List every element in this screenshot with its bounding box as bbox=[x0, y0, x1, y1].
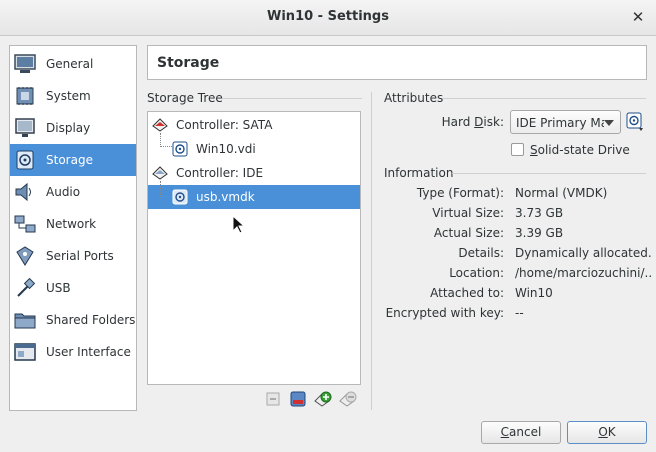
sidebar-item-user-interface[interactable]: User Interface bbox=[10, 336, 136, 368]
ok-button[interactable]: OK bbox=[567, 421, 647, 444]
folder-icon bbox=[14, 313, 36, 329]
info-attached-to-label: Attached to: bbox=[430, 286, 504, 300]
info-virtual-size-label: Virtual Size: bbox=[432, 206, 504, 220]
settings-sidebar: General System Display Storage Audio Net… bbox=[9, 45, 137, 411]
info-location-value: /home/marciozuchini/... bbox=[515, 266, 651, 280]
info-attached-to-value: Win10 bbox=[515, 286, 553, 300]
hard-disk-label: Hard Disk: bbox=[441, 115, 504, 129]
sidebar-item-label: User Interface bbox=[46, 345, 131, 359]
cancel-button[interactable]: Cancel bbox=[481, 421, 561, 444]
add-attachment-icon[interactable] bbox=[314, 390, 332, 408]
sidebar-item-label: System bbox=[46, 89, 91, 103]
info-type-label: Type (Format): bbox=[416, 186, 504, 200]
tree-row-label: Win10.vdi bbox=[196, 142, 256, 156]
remove-attachment-icon[interactable] bbox=[339, 390, 357, 408]
page-heading: Storage bbox=[147, 45, 647, 80]
info-details-value: Dynamically allocated... bbox=[515, 246, 651, 260]
sidebar-item-label: Audio bbox=[46, 185, 81, 199]
storage-tree-label: Storage Tree bbox=[147, 91, 223, 105]
title-bar: Win10 - Settings ✕ bbox=[0, 0, 656, 36]
speaker-icon bbox=[15, 182, 31, 202]
sata-controller-icon bbox=[152, 118, 168, 132]
sidebar-item-label: Display bbox=[46, 121, 91, 135]
monitor-icon bbox=[15, 118, 35, 137]
storage-tree[interactable]: Controller: SATA Win10.vdi Controller: I… bbox=[147, 111, 361, 385]
tree-row-controller-ide[interactable]: Controller: IDE bbox=[148, 161, 360, 185]
sidebar-item-usb[interactable]: USB bbox=[10, 272, 136, 304]
sidebar-item-general[interactable]: General bbox=[10, 48, 136, 80]
page-title: Storage bbox=[157, 55, 220, 71]
hard-disk-slot-value: IDE Primary Ma bbox=[516, 116, 604, 130]
sidebar-item-storage[interactable]: Storage bbox=[10, 144, 136, 176]
sidebar-item-audio[interactable]: Audio bbox=[10, 176, 136, 208]
info-encrypted-value: -- bbox=[515, 306, 524, 320]
panel-divider bbox=[371, 92, 372, 410]
tree-row-label: usb.vmdk bbox=[196, 190, 255, 204]
storage-tree-separator bbox=[222, 98, 362, 99]
sidebar-item-shared-folders[interactable]: Shared Folders bbox=[10, 304, 136, 336]
sidebar-item-label: USB bbox=[46, 281, 71, 295]
tree-row-win10-vdi[interactable]: Win10.vdi bbox=[148, 137, 360, 161]
information-label: Information bbox=[384, 166, 454, 180]
sidebar-item-display[interactable]: Display bbox=[10, 112, 136, 144]
add-hard-disk-icon[interactable] bbox=[289, 390, 307, 408]
sidebar-item-label: Shared Folders bbox=[46, 313, 136, 327]
info-actual-size-label: Actual Size: bbox=[433, 226, 504, 240]
hard-disk-icon bbox=[172, 189, 188, 205]
general-icon bbox=[14, 54, 36, 73]
sidebar-item-label: Serial Ports bbox=[46, 249, 114, 263]
info-type-value: Normal (VMDK) bbox=[515, 186, 608, 200]
remove-controller-icon[interactable] bbox=[264, 390, 282, 408]
attributes-label: Attributes bbox=[384, 91, 444, 105]
mouse-cursor-icon bbox=[232, 215, 244, 234]
tree-row-label: Controller: IDE bbox=[176, 166, 264, 180]
tree-row-usb-vmdk[interactable]: usb.vmdk bbox=[148, 185, 360, 209]
network-icon bbox=[14, 215, 36, 233]
tree-row-controller-sata[interactable]: Controller: SATA bbox=[148, 113, 360, 137]
close-icon[interactable]: ✕ bbox=[631, 8, 645, 26]
choose-disk-icon[interactable] bbox=[626, 112, 645, 132]
hard-disk-icon bbox=[172, 141, 188, 157]
serial-port-icon bbox=[16, 246, 34, 266]
disk-icon bbox=[16, 150, 34, 170]
user-interface-icon bbox=[14, 343, 36, 361]
sidebar-item-network[interactable]: Network bbox=[10, 208, 136, 240]
chevron-down-icon bbox=[604, 120, 614, 126]
usb-icon bbox=[17, 278, 36, 297]
information-separator bbox=[452, 173, 646, 174]
info-actual-size-value: 3.39 GB bbox=[515, 226, 564, 240]
info-details-label: Details: bbox=[458, 246, 504, 260]
sidebar-item-label: General bbox=[46, 57, 94, 71]
system-chip-icon bbox=[16, 87, 34, 105]
hard-disk-slot-select[interactable]: IDE Primary Ma bbox=[510, 110, 621, 134]
sidebar-item-label: Network bbox=[46, 217, 97, 231]
info-location-label: Location: bbox=[449, 266, 504, 280]
window-title: Win10 - Settings bbox=[267, 9, 389, 24]
solid-state-drive-checkbox[interactable] bbox=[511, 143, 524, 156]
tree-row-label: Controller: SATA bbox=[176, 118, 273, 132]
sidebar-item-serial-ports[interactable]: Serial Ports bbox=[10, 240, 136, 272]
attributes-separator bbox=[442, 98, 646, 99]
tree-connector bbox=[160, 181, 172, 197]
sidebar-item-system[interactable]: System bbox=[10, 80, 136, 112]
info-virtual-size-value: 3.73 GB bbox=[515, 206, 564, 220]
solid-state-drive-label[interactable]: Solid-state Drive bbox=[530, 143, 630, 157]
sidebar-item-label: Storage bbox=[46, 153, 93, 167]
ide-controller-icon bbox=[152, 166, 168, 180]
info-encrypted-label: Encrypted with key: bbox=[385, 306, 504, 320]
